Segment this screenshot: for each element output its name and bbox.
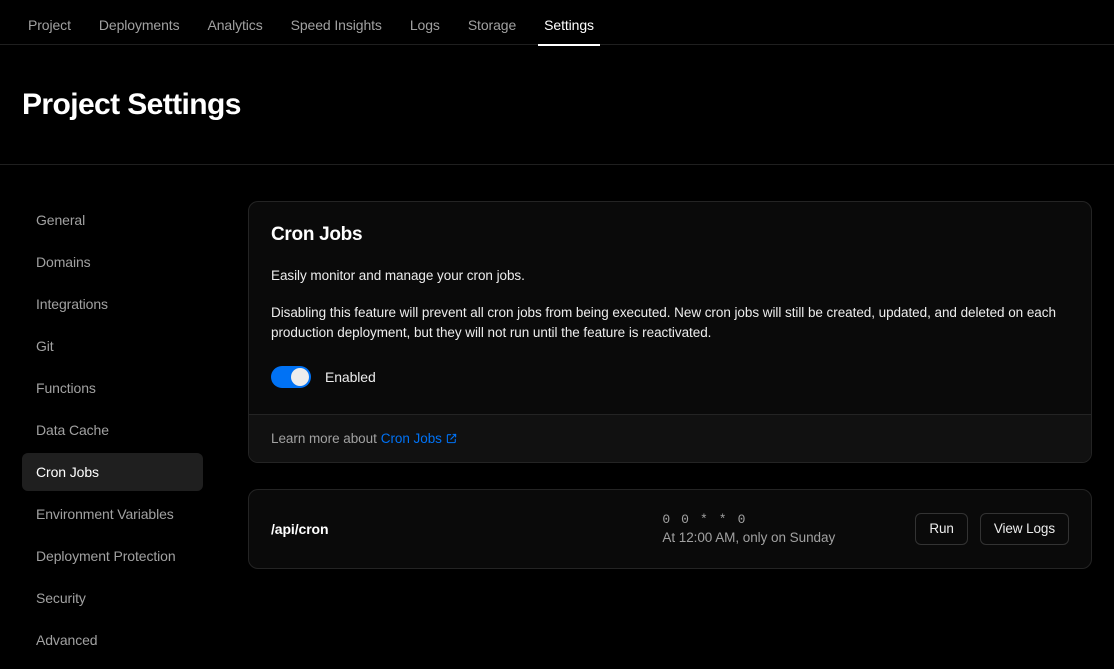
nav-tab-deployments[interactable]: Deployments (85, 18, 194, 45)
cron-job-actions: Run View Logs (915, 512, 1069, 545)
nav-tab-analytics[interactable]: Analytics (193, 18, 276, 45)
run-button[interactable]: Run (915, 512, 968, 545)
sidebar-item-label: Data Cache (36, 422, 109, 438)
toggle-knob (291, 367, 309, 386)
cron-jobs-card-footer: Learn more about Cron Jobs (249, 413, 1091, 462)
settings-content: Cron Jobs Easily monitor and manage your… (203, 201, 1092, 663)
sidebar-item-label: Deployment Protection (36, 548, 176, 564)
cron-jobs-toggle-label: Enabled (325, 368, 376, 385)
sidebar-item-advanced[interactable]: Advanced (22, 621, 203, 659)
sidebar-item-label: Domains (36, 254, 91, 270)
top-navigation: Project Deployments Analytics Speed Insi… (0, 0, 1114, 46)
nav-tab-storage[interactable]: Storage (454, 18, 530, 45)
settings-layout: General Domains Integrations Git Functio… (0, 165, 1114, 663)
cron-expression: 0 0 * * 0 (662, 512, 747, 527)
cron-job-path: /api/cron (271, 520, 329, 537)
sidebar-item-functions[interactable]: Functions (22, 369, 203, 407)
cron-jobs-toggle-row: Enabled (271, 365, 1069, 388)
sidebar-item-label: Advanced (36, 632, 98, 648)
sidebar-item-label: Integrations (36, 296, 108, 312)
sidebar-item-cron-jobs[interactable]: Cron Jobs (22, 453, 203, 491)
cron-jobs-card-lead: Easily monitor and manage your cron jobs… (271, 268, 525, 283)
external-link-icon (446, 433, 457, 444)
sidebar-item-deployment-protection[interactable]: Deployment Protection (22, 537, 203, 575)
nav-tab-project[interactable]: Project (20, 18, 85, 45)
page-title: Project Settings (22, 88, 241, 121)
cron-jobs-card-title: Cron Jobs (271, 224, 363, 245)
settings-sidebar: General Domains Integrations Git Functio… (22, 201, 203, 663)
sidebar-item-label: Security (36, 590, 86, 606)
cron-jobs-docs-link[interactable]: Cron Jobs (381, 431, 457, 446)
nav-tab-speed-insights[interactable]: Speed Insights (277, 18, 396, 45)
sidebar-item-label: Environment Variables (36, 506, 174, 522)
cron-jobs-card-description: Disabling this feature will prevent all … (271, 305, 1056, 341)
nav-tab-logs[interactable]: Logs (396, 18, 454, 45)
page-header: Project Settings (0, 45, 1114, 165)
sidebar-item-label: General (36, 212, 86, 228)
sidebar-item-label: Cron Jobs (36, 464, 99, 480)
sidebar-item-label: Functions (36, 380, 96, 396)
sidebar-item-label: Git (36, 338, 54, 354)
cron-jobs-enabled-toggle[interactable] (271, 365, 311, 388)
sidebar-item-domains[interactable]: Domains (22, 243, 203, 281)
cron-schedule-human-readable: At 12:00 AM, only on Sunday (662, 530, 836, 545)
sidebar-item-environment-variables[interactable]: Environment Variables (22, 495, 203, 533)
cron-jobs-docs-link-label: Cron Jobs (380, 430, 442, 446)
view-logs-button[interactable]: View Logs (979, 512, 1069, 545)
sidebar-item-security[interactable]: Security (22, 579, 203, 617)
cron-job-schedule: 0 0 * * 0 At 12:00 AM, only on Sunday (662, 512, 877, 545)
cron-job-row: /api/cron 0 0 * * 0 At 12:00 AM, only on… (248, 488, 1092, 569)
nav-tab-settings[interactable]: Settings (530, 18, 608, 46)
cron-jobs-card: Cron Jobs Easily monitor and manage your… (248, 201, 1092, 463)
sidebar-item-integrations[interactable]: Integrations (22, 285, 203, 323)
sidebar-item-general[interactable]: General (22, 201, 203, 239)
cron-jobs-card-body: Cron Jobs Easily monitor and manage your… (249, 202, 1091, 414)
sidebar-item-data-cache[interactable]: Data Cache (22, 411, 203, 449)
learn-more-text: Learn more about (271, 430, 377, 446)
sidebar-item-git[interactable]: Git (22, 327, 203, 365)
